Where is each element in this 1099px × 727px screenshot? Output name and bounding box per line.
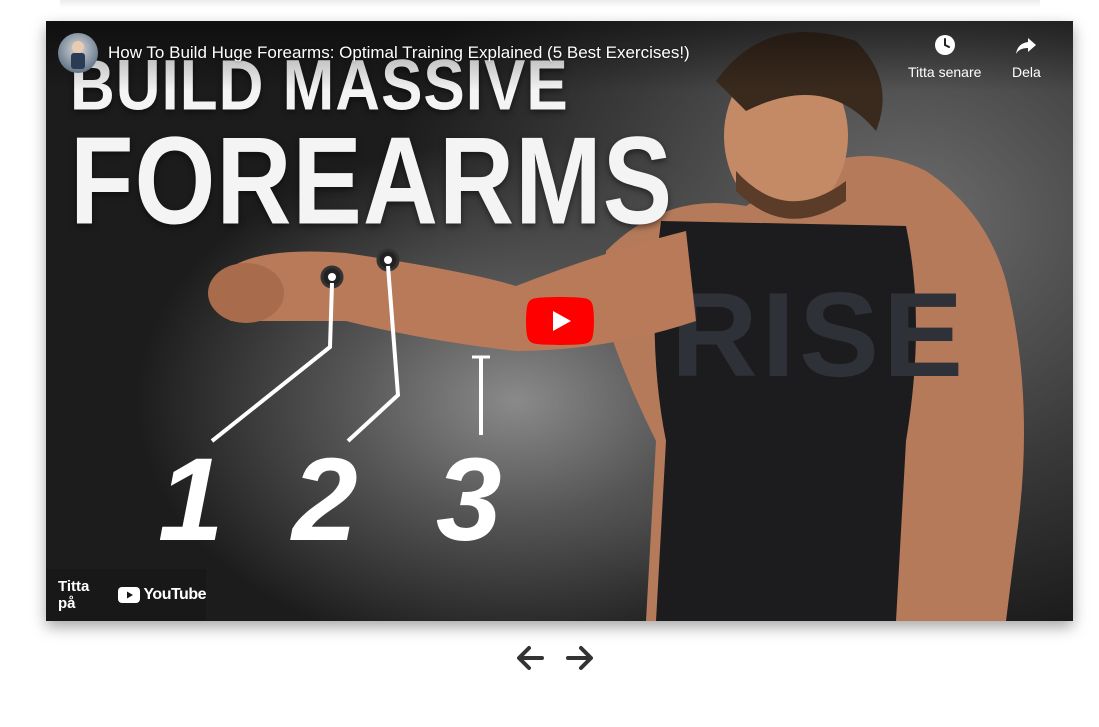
next-arrow-button[interactable] [562, 640, 598, 676]
watch-on-youtube-button[interactable]: Titta på YouTube [46, 569, 206, 621]
arrow-left-icon [517, 646, 544, 670]
prev-arrow-button[interactable] [512, 640, 548, 676]
youtube-logo-text: YouTube [143, 586, 206, 603]
youtube-logo: YouTube [118, 586, 206, 604]
watch-later-button[interactable]: Titta senare [908, 33, 981, 80]
video-title[interactable]: How To Build Huge Forearms: Optimal Trai… [108, 43, 690, 63]
share-button[interactable]: Dela [1012, 33, 1041, 80]
share-arrow-icon [1016, 38, 1037, 54]
thumbnail-number-1: 1 [158, 434, 224, 566]
top-shadow [60, 0, 1040, 8]
play-icon [526, 297, 594, 345]
channel-avatar[interactable] [58, 33, 98, 73]
shirt-text: RISE [671, 268, 967, 402]
play-button[interactable] [526, 297, 594, 345]
share-label: Dela [1012, 64, 1041, 80]
watch-later-label: Titta senare [908, 64, 982, 80]
clock-icon [934, 35, 955, 55]
watch-on-label: Titta på [58, 578, 90, 612]
thumbnail-headline-line2: FOREARMS [70, 111, 674, 251]
youtube-play-logo-icon [118, 587, 141, 603]
thumbnail-number-3: 3 [436, 434, 502, 566]
thumbnail-number-2: 2 [292, 434, 358, 566]
arrow-right-icon [566, 646, 593, 670]
avatar-figure-icon [71, 41, 85, 69]
youtube-embed-player[interactable]: RISE BUILD MASSIVE FOREARMS 1 2 3 [46, 21, 1073, 621]
